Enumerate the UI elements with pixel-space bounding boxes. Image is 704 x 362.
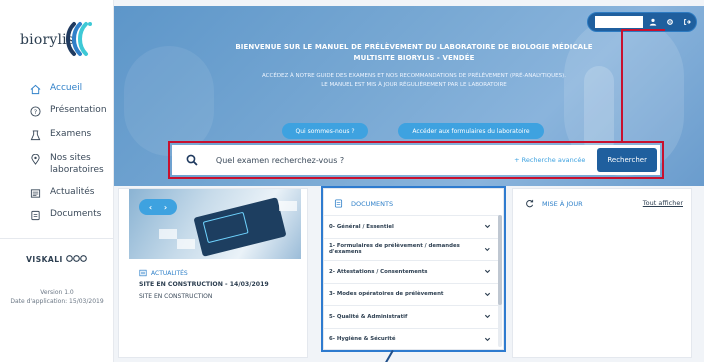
chevron-left-icon[interactable]: ‹ xyxy=(149,203,152,212)
documents-highlight-box xyxy=(321,186,506,352)
sidebar-item-label: Documents xyxy=(50,209,102,219)
news-image: ‹ › xyxy=(129,189,301,259)
news-section-label: ACTUALITÉS xyxy=(139,269,188,277)
search-highlight-box xyxy=(168,141,664,179)
sidebar-item-examens[interactable]: Examens xyxy=(0,128,114,150)
logout-icon[interactable] xyxy=(680,15,694,29)
news-card: ‹ › ACTUALITÉS SITE EN CONSTRUCTION - 14… xyxy=(118,188,308,358)
hero-subtitle: ACCÉDEZ À NOTRE GUIDE DES EXAMENS ET NOS… xyxy=(262,73,566,88)
toolbar-field[interactable] xyxy=(595,16,643,28)
sidebar-item-label: Nos sites laboratoires xyxy=(50,153,104,175)
version-info: Version 1.0 Date d'application: 15/03/20… xyxy=(0,288,114,306)
sidebar-item-label: Actualités xyxy=(50,187,95,197)
svg-text:?: ? xyxy=(33,107,36,115)
show-all-link[interactable]: Tout afficher xyxy=(643,199,683,207)
newspaper-icon xyxy=(28,186,42,200)
gear-icon[interactable] xyxy=(663,15,677,29)
partner-logo: VISKALI xyxy=(0,255,114,264)
sidebar-divider xyxy=(0,238,114,239)
sidebar-item-label: Présentation xyxy=(50,105,107,115)
about-button[interactable]: Qui sommes-nous ? xyxy=(282,123,368,139)
partner-mark-icon xyxy=(66,255,87,262)
help-circle-icon: ? xyxy=(28,104,42,118)
updates-card: MISE À JOUR Tout afficher xyxy=(512,188,692,358)
sidebar-item-sites[interactable]: Nos sites laboratoires xyxy=(0,152,114,182)
chevron-right-icon[interactable]: › xyxy=(164,203,167,212)
newspaper-icon xyxy=(139,269,147,277)
news-text: SITE EN CONSTRUCTION xyxy=(139,293,213,300)
logo-mark-icon xyxy=(66,22,92,56)
location-pin-icon xyxy=(28,152,42,166)
version-number: Version 1.0 xyxy=(40,289,74,296)
sidebar-item-accueil[interactable]: Accueil xyxy=(0,82,114,104)
highlight-connector xyxy=(621,29,623,142)
brand-logo[interactable]: biorylis xyxy=(20,18,96,64)
sidebar-item-documents[interactable]: Documents xyxy=(0,208,114,230)
sidebar-item-label: Examens xyxy=(50,129,92,139)
updates-header: MISE À JOUR xyxy=(525,199,583,208)
news-title[interactable]: SITE EN CONSTRUCTION - 14/03/2019 xyxy=(139,281,269,288)
sidebar-item-label: Accueil xyxy=(50,83,83,93)
hero-title: BIENVENUE SUR LE MANUEL DE PRÉLÈVEMENT D… xyxy=(235,43,593,62)
document-icon xyxy=(28,208,42,222)
refresh-icon xyxy=(526,199,534,208)
carousel-controls: ‹ › xyxy=(139,199,177,215)
flask-icon xyxy=(28,128,42,142)
highlight-connector xyxy=(621,29,665,31)
application-date: Date d'application: 15/03/2019 xyxy=(10,298,104,305)
user-icon[interactable] xyxy=(646,15,660,29)
sidebar-item-presentation[interactable]: ? Présentation xyxy=(0,104,114,126)
lab-forms-button[interactable]: Accéder aux formulaires du laboratoire xyxy=(398,123,544,139)
sidebar: biorylis Accueil ? Présentation Examens xyxy=(0,0,114,362)
sidebar-item-actualites[interactable]: Actualités xyxy=(0,186,114,208)
home-icon xyxy=(28,82,42,96)
